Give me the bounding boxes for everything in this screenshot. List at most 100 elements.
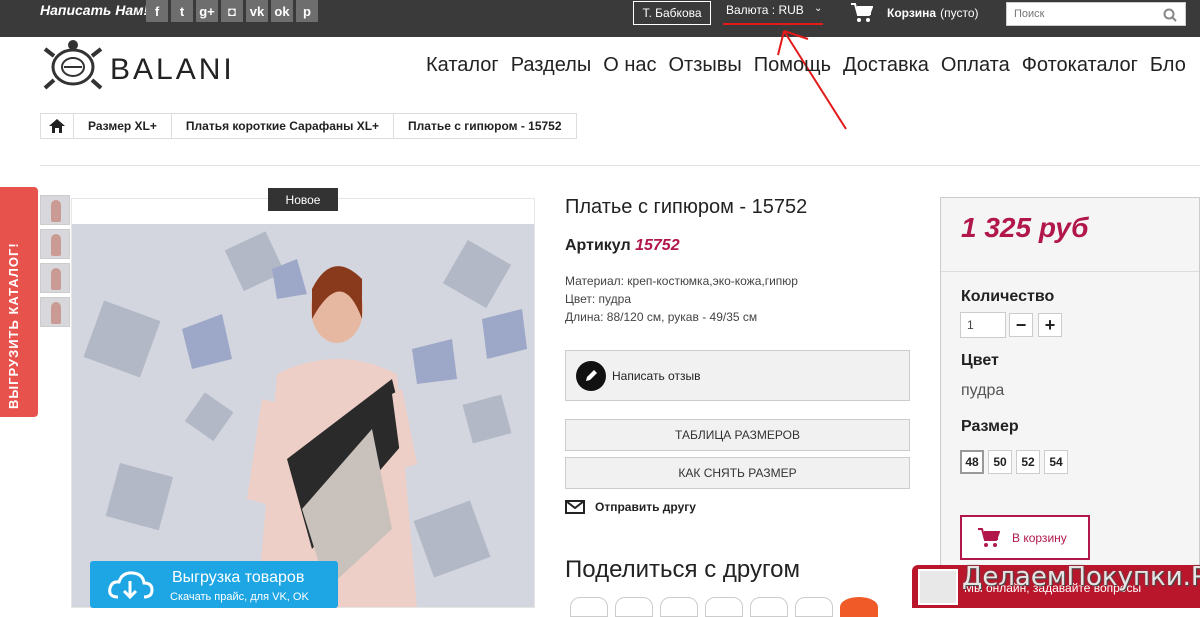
- size-option[interactable]: 54: [1044, 450, 1068, 474]
- chevron-down-icon: ⌄: [814, 3, 823, 14]
- watermark: ДелаемПокупки.Ру: [962, 562, 1200, 592]
- nav-item-catalog[interactable]: Каталог: [426, 54, 499, 77]
- write-us-link[interactable]: Написать Нам!: [40, 2, 148, 18]
- article-value: 15752: [635, 237, 680, 254]
- annotation-arrow: [777, 30, 847, 130]
- breadcrumb-home[interactable]: [41, 114, 74, 138]
- vk-icon[interactable]: vk: [246, 0, 268, 22]
- instagram-icon[interactable]: ◘: [221, 0, 243, 22]
- price-area: 1 325 руб: [941, 198, 1199, 272]
- share-icon[interactable]: [705, 597, 743, 617]
- top-bar: Написать Нам! f t g+ ◘ vk ok p Т. Бабков…: [0, 0, 1200, 37]
- search-icon[interactable]: [1163, 8, 1177, 22]
- twitter-icon[interactable]: t: [171, 0, 193, 22]
- upload-title: Выгрузка товаров: [172, 569, 305, 586]
- article-label: Артикул: [565, 237, 631, 254]
- add-to-cart-label: В корзину: [1012, 530, 1067, 545]
- nav-item-delivery[interactable]: Доставка: [843, 54, 929, 77]
- download-catalog-tab[interactable]: ВЫГРУЗИТЬ КАТАЛОГ!: [0, 187, 38, 417]
- divider: [40, 165, 1200, 166]
- share-icon[interactable]: [615, 597, 653, 617]
- cloud-download-icon: [108, 571, 154, 600]
- upload-products-button[interactable]: Выгрузка товаров Скачать прайс, для VK, …: [90, 561, 338, 608]
- currency-select[interactable]: Валюта : RUB ⌄: [726, 3, 822, 17]
- nav-item-sections[interactable]: Разделы: [511, 54, 591, 77]
- size-option[interactable]: 50: [988, 450, 1012, 474]
- share-icon[interactable]: [750, 597, 788, 617]
- product-description: Материал: креп-костюмка,эко-кожа,гипюр Ц…: [565, 272, 798, 326]
- thumbnail[interactable]: [40, 195, 70, 225]
- share-icon[interactable]: [570, 597, 608, 617]
- nav-item-reviews[interactable]: Отзывы: [668, 54, 741, 77]
- facebook-icon[interactable]: f: [146, 0, 168, 22]
- odnoklassniki-icon[interactable]: ok: [271, 0, 293, 22]
- nav-item-help[interactable]: Помощь: [754, 54, 831, 77]
- article: Артикул 15752: [565, 237, 680, 255]
- nav-item-payment[interactable]: Оплата: [941, 54, 1010, 77]
- turtle-logo-icon[interactable]: [42, 38, 104, 94]
- plus-button[interactable]: +: [1038, 313, 1062, 337]
- new-badge: Новое: [268, 188, 338, 211]
- thumbnail[interactable]: [40, 229, 70, 259]
- send-to-friend-link[interactable]: Отправить другу: [565, 500, 696, 514]
- write-review-label: Написать отзыв: [612, 368, 701, 383]
- currency-label: Валюта : RUB: [726, 3, 804, 17]
- cart-link[interactable]: Корзина (пусто): [851, 3, 978, 23]
- color-value: пудра: [961, 382, 1005, 399]
- product-title: Платье с гипюром - 15752: [565, 196, 808, 218]
- home-icon: [49, 119, 65, 133]
- size-option[interactable]: 52: [1016, 450, 1040, 474]
- size-label: Размер: [961, 418, 1019, 435]
- how-to-measure-button[interactable]: КАК СНЯТЬ РАЗМЕР: [565, 457, 910, 489]
- main-nav: Каталог Разделы О нас Отзывы Помощь Дост…: [426, 54, 1198, 77]
- send-to-friend-label: Отправить другу: [595, 500, 696, 514]
- pinterest-icon[interactable]: p: [296, 0, 318, 22]
- nav-item-blog[interactable]: Бло: [1150, 54, 1186, 77]
- nav-item-about[interactable]: О нас: [603, 54, 656, 77]
- upload-subtitle: Скачать прайс, для VK, OK: [170, 591, 309, 603]
- share-icon[interactable]: [660, 597, 698, 617]
- cart-icon: [978, 527, 1000, 547]
- share-buttons: [570, 597, 885, 617]
- side-tab-label: ВЫГРУЗИТЬ КАТАЛОГ!: [6, 242, 21, 409]
- share-icon[interactable]: [795, 597, 833, 617]
- size-option[interactable]: 48: [960, 450, 984, 474]
- dress-photo: [72, 199, 534, 607]
- thumbnail[interactable]: [40, 263, 70, 293]
- product-thumbnails: [40, 195, 70, 331]
- pencil-icon: [576, 360, 606, 391]
- google-plus-icon[interactable]: g+: [196, 0, 218, 22]
- logo-wordmark[interactable]: BALANI: [110, 53, 235, 87]
- cart-status: (пусто): [940, 6, 979, 20]
- color-line: Цвет: пудра: [565, 292, 632, 306]
- quantity-label: Количество: [961, 288, 1055, 305]
- share-title: Поделиться с другом: [565, 556, 801, 583]
- nav-item-photocatalog[interactable]: Фотокаталог: [1022, 54, 1138, 77]
- search-input[interactable]: [1007, 3, 1157, 25]
- minus-button[interactable]: −: [1009, 313, 1033, 337]
- cart-icon: [851, 3, 873, 22]
- material-line: Материал: креп-костюмка,эко-кожа,гипюр: [565, 274, 798, 288]
- social-links: f t g+ ◘ vk ok p: [146, 0, 321, 22]
- breadcrumb-item[interactable]: Размер XL+: [74, 114, 172, 138]
- size-options: 48 50 52 54: [960, 450, 1072, 474]
- breadcrumb-item[interactable]: Платья короткие Сарафаны XL+: [172, 114, 395, 138]
- add-to-cart-button[interactable]: В корзину: [960, 515, 1090, 560]
- length-line: Длина: 88/120 см, рукав - 49/35 см: [565, 310, 758, 324]
- product-image[interactable]: [71, 198, 535, 608]
- share-icon[interactable]: [840, 597, 878, 617]
- user-account-button[interactable]: Т. Бабкова: [633, 1, 711, 25]
- color-label: Цвет: [961, 352, 999, 369]
- write-review-button[interactable]: Написать отзыв: [565, 350, 910, 401]
- envelope-icon: [565, 500, 585, 514]
- price: 1 325 руб: [961, 212, 1089, 243]
- avatar: [918, 569, 958, 605]
- cart-label: Корзина: [887, 6, 937, 20]
- breadcrumb: Размер XL+ Платья короткие Сарафаны XL+ …: [40, 113, 577, 139]
- buy-box: 1 325 руб Количество 1 − + Цвет пудра Ра…: [940, 197, 1200, 608]
- quantity-input[interactable]: 1: [960, 312, 1006, 338]
- size-table-button[interactable]: ТАБЛИЦА РАЗМЕРОВ: [565, 419, 910, 451]
- search-box: [1006, 2, 1186, 26]
- thumbnail[interactable]: [40, 297, 70, 327]
- breadcrumb-current: Платье с гипюром - 15752: [408, 119, 562, 133]
